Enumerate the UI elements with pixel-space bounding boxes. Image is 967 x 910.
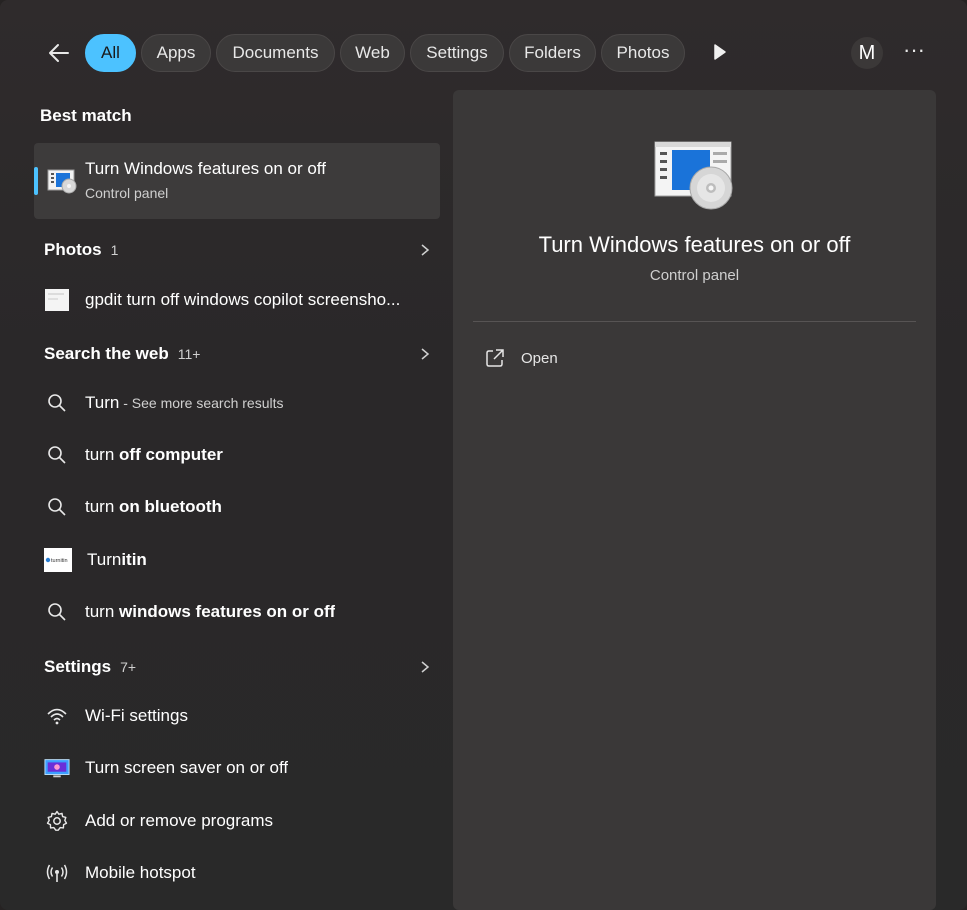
settings-count: 7+ [120, 659, 137, 675]
web-result-label: turn windows features on or off [85, 602, 336, 621]
avatar[interactable]: M [851, 37, 883, 69]
web-count: 11+ [177, 346, 201, 362]
web-result[interactable]: turn on bluetooth [44, 489, 434, 525]
settings-heading-label: Settings [44, 657, 112, 676]
settings-result-label: Mobile hotspot [85, 863, 196, 882]
chevron-right-icon[interactable] [418, 347, 432, 361]
settings-result-label: Add or remove programs [85, 811, 274, 830]
search-icon [44, 390, 70, 416]
tab-web[interactable]: Web [340, 34, 405, 72]
web-result-label: turn off computer [85, 445, 223, 464]
best-match-heading: Best match [40, 106, 132, 125]
best-match-title: Turn Windows features on or off [85, 159, 326, 178]
tab-documents[interactable]: Documents [216, 34, 335, 72]
settings-section-heading[interactable]: Settings 7+ [44, 657, 136, 677]
tab-settings[interactable]: Settings [410, 34, 504, 72]
preview-subtitle: Control panel [649, 267, 740, 284]
settings-result[interactable]: Add or remove programs [44, 803, 434, 839]
best-match-subtitle: Control panel [85, 185, 169, 201]
settings-result-label: Turn screen saver on or off [85, 758, 289, 777]
turnitin-logo-icon: turnitin [44, 547, 72, 573]
gear-icon [44, 808, 70, 834]
web-result[interactable]: Turn - See more search results [44, 385, 434, 421]
hotspot-icon [44, 860, 70, 886]
divider [473, 321, 916, 322]
selection-indicator [34, 167, 38, 195]
web-result[interactable]: turn windows features on or off [44, 594, 434, 630]
photo-result-label: gpdit turn off windows copilot screensho… [85, 290, 401, 309]
web-result[interactable]: turn off computer [44, 437, 434, 473]
web-result-label: Turn - See more search results [85, 393, 284, 412]
search-icon [44, 442, 70, 468]
web-section-heading[interactable]: Search the web 11+ [44, 344, 200, 364]
chevron-right-icon[interactable] [418, 243, 432, 257]
open-label: Open [521, 349, 558, 367]
open-button[interactable]: Open [485, 346, 558, 370]
windows-features-icon [654, 141, 733, 210]
settings-result-label: Wi-Fi settings [85, 706, 188, 725]
filter-bar: All Apps Documents Web Settings Folders … [0, 32, 967, 72]
web-result[interactable]: turnitin Turnitin [44, 542, 434, 578]
tab-photos[interactable]: Photos [601, 34, 685, 72]
photos-heading-label: Photos [44, 240, 102, 259]
back-arrow-icon[interactable] [44, 38, 74, 68]
preview-title: Turn Windows features on or off [538, 232, 851, 257]
settings-result[interactable]: Mobile hotspot [44, 855, 434, 891]
preview-panel: Turn Windows features on or off Control … [453, 90, 936, 910]
photo-result[interactable]: gpdit turn off windows copilot screensho… [44, 282, 434, 318]
open-external-icon [486, 349, 504, 367]
web-result-label: turn on bluetooth [85, 497, 222, 516]
windows-features-icon [47, 169, 77, 194]
photos-section-heading[interactable]: Photos 1 [44, 240, 118, 260]
tab-apps[interactable]: Apps [141, 34, 211, 72]
more-filters-play-icon[interactable] [710, 42, 730, 62]
photos-count: 1 [110, 242, 119, 258]
tab-folders[interactable]: Folders [509, 34, 596, 72]
settings-result[interactable]: Wi-Fi settings [44, 698, 434, 734]
wifi-icon [44, 703, 70, 729]
web-result-label: Turnitin [87, 550, 147, 569]
screen-saver-icon [44, 755, 70, 781]
search-icon [44, 494, 70, 520]
more-options-icon[interactable]: ··· [900, 39, 928, 66]
tab-all[interactable]: All [85, 34, 136, 72]
image-thumbnail-icon [44, 287, 70, 313]
svg-text:turnitin: turnitin [51, 558, 68, 564]
settings-result[interactable]: Turn screen saver on or off [44, 750, 434, 786]
search-icon [44, 599, 70, 625]
chevron-right-icon[interactable] [418, 660, 432, 674]
web-heading-label: Search the web [44, 344, 169, 363]
search-window: All Apps Documents Web Settings Folders … [0, 0, 967, 910]
best-match-result[interactable]: Turn Windows features on or off Control … [34, 143, 440, 219]
